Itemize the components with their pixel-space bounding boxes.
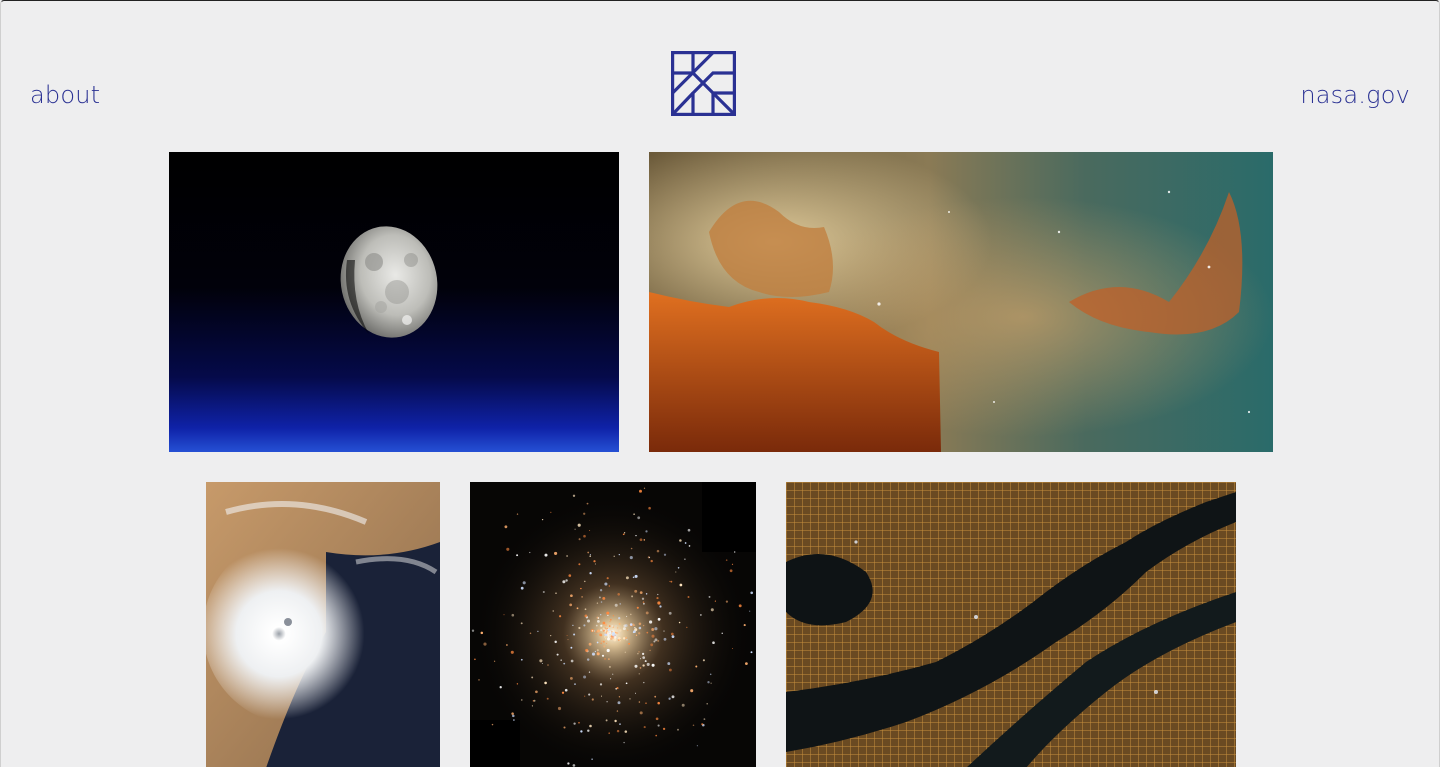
- nasa-gov-link[interactable]: nasa.gov: [1300, 79, 1410, 111]
- globular-cluster-photo[interactable]: [470, 482, 756, 767]
- city-lights-photo[interactable]: [786, 482, 1236, 767]
- page: about nasa.gov: [0, 0, 1440, 767]
- carina-nebula-photo[interactable]: [649, 152, 1273, 452]
- hurricane-photo[interactable]: [206, 482, 440, 767]
- nasa-image-gallery-logo-icon[interactable]: [671, 51, 736, 116]
- about-link[interactable]: about: [30, 79, 100, 111]
- moon-photo[interactable]: [169, 152, 619, 452]
